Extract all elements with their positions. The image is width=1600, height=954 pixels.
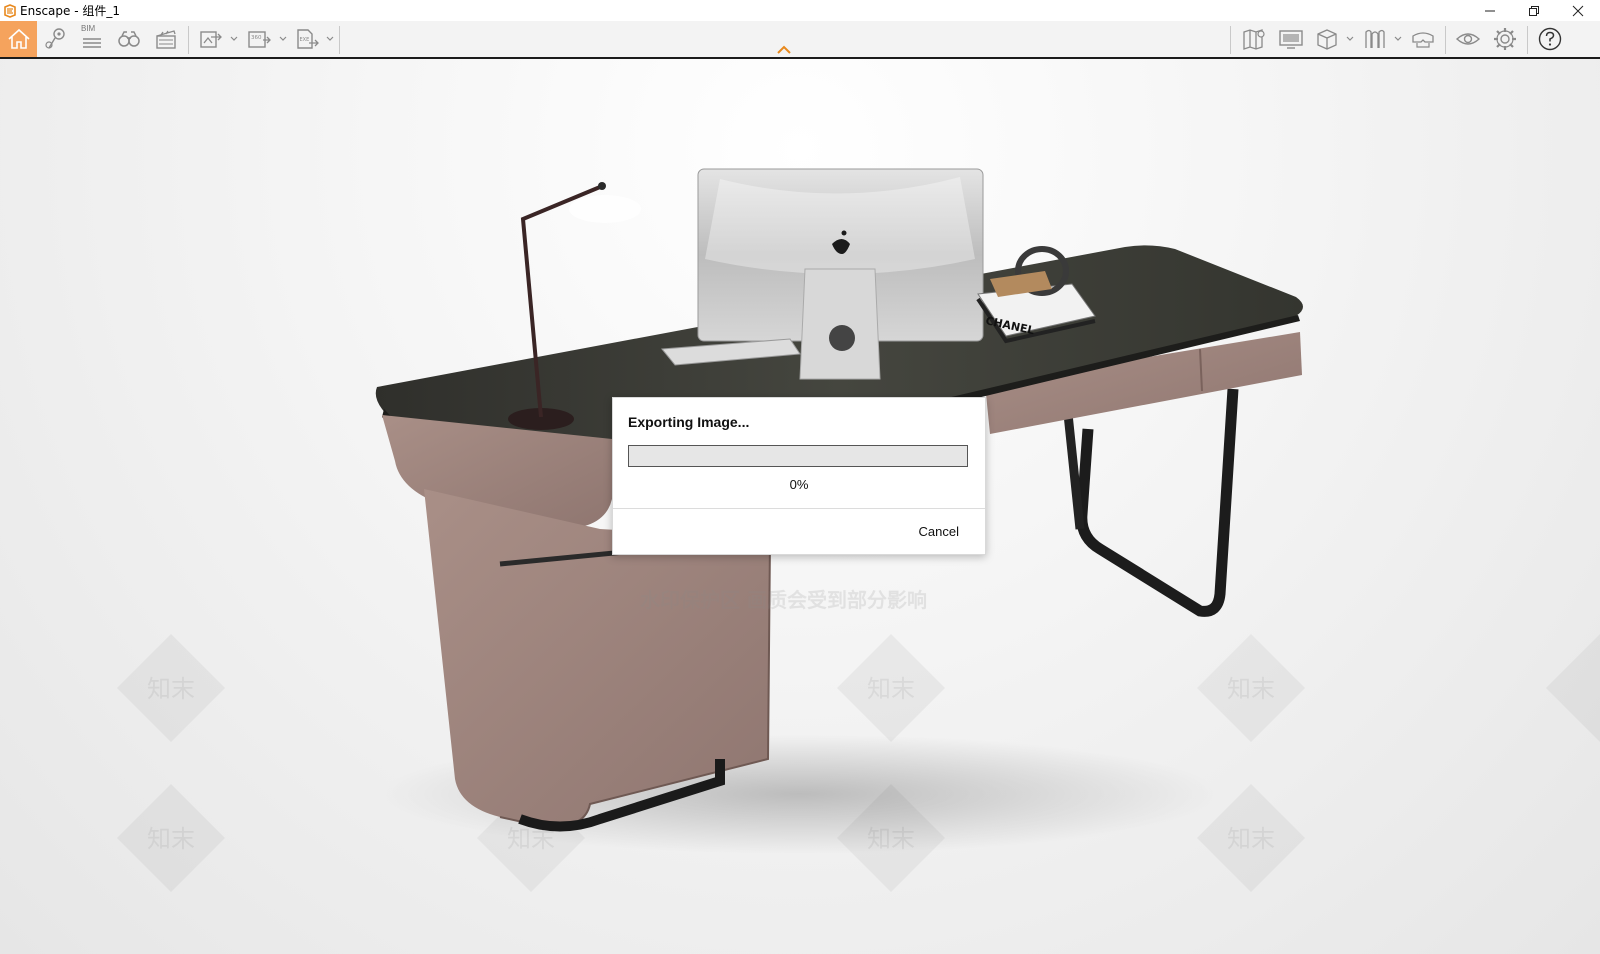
toolbar-separator [1527, 26, 1528, 54]
visual-settings-button[interactable] [1453, 21, 1483, 57]
close-icon [1572, 5, 1584, 16]
export-progress-dialog: Exporting Image... 0% Cancel [612, 397, 986, 555]
title-bar: Enscape - 组件_1 [0, 0, 1600, 21]
video-editor-button[interactable] [151, 21, 181, 57]
export-exe-button[interactable]: EXE [292, 21, 322, 57]
map-button[interactable] [1238, 21, 1270, 57]
minimize-icon [1485, 10, 1495, 11]
close-button[interactable] [1556, 0, 1600, 21]
chevron-down-icon[interactable] [230, 35, 238, 43]
minimize-button[interactable] [1468, 0, 1512, 21]
vr-headset-icon [1412, 32, 1434, 48]
help-button[interactable] [1535, 21, 1565, 57]
chevron-down-icon[interactable] [1394, 35, 1402, 43]
binoculars-button[interactable] [114, 21, 144, 57]
svg-text:知末: 知末 [867, 675, 915, 703]
view-cube-button[interactable] [1312, 21, 1342, 57]
chevron-down-icon[interactable] [1346, 35, 1354, 43]
dialog-divider [613, 508, 985, 509]
settings-button[interactable] [1490, 21, 1520, 57]
cancel-button[interactable]: Cancel [919, 524, 959, 539]
monitor-icon [1279, 30, 1303, 49]
map-icon [1243, 29, 1265, 50]
export-exe-icon: EXE [297, 29, 319, 49]
export-360-button[interactable]: 360 [243, 21, 275, 57]
svg-text:知末: 知末 [147, 825, 195, 853]
cube-icon [1317, 29, 1337, 50]
svg-text:知末: 知末 [1227, 825, 1275, 853]
progress-percentage: 0% [789, 477, 809, 492]
map-pin-icon [45, 28, 65, 49]
export-image-button[interactable] [196, 21, 226, 57]
bim-button[interactable] [77, 21, 107, 57]
home-button[interactable] [0, 21, 37, 57]
svg-text:知末: 知末 [1227, 675, 1275, 703]
restore-button[interactable] [1512, 0, 1556, 21]
dialog-title: Exporting Image... [628, 414, 750, 430]
settings-gear-icon [1494, 28, 1516, 50]
window-title: Enscape - 组件_1 [20, 4, 120, 18]
svg-text:360: 360 [251, 35, 262, 41]
main-toolbar: BIM 360 EXE [0, 21, 1600, 59]
toolbar-separator [1445, 26, 1446, 54]
help-icon [1538, 27, 1562, 51]
clapperboard-icon [156, 30, 176, 49]
render-viewport[interactable]: 知末 知末 知末 知末 知末 知末 知末 知末 [0, 59, 1600, 954]
monitor-button[interactable] [1275, 21, 1307, 57]
asset-library-button[interactable] [1360, 21, 1390, 57]
svg-text:知末: 知末 [147, 675, 195, 703]
svg-text:EXE: EXE [300, 37, 310, 43]
eye-icon [1455, 33, 1481, 45]
progress-bar [628, 445, 968, 467]
export-360-icon: 360 [248, 31, 271, 48]
chevron-down-icon[interactable] [279, 35, 287, 43]
export-image-icon [200, 31, 222, 48]
toolbar-separator [188, 26, 189, 54]
home-icon [7, 28, 30, 49]
toolbar-separator [339, 26, 340, 54]
binoculars-icon [118, 31, 140, 47]
map-pin-button[interactable] [42, 21, 70, 57]
collapse-toolbar-chevron-icon[interactable] [776, 43, 792, 55]
enscape-logo-icon [4, 3, 16, 18]
restore-icon [1529, 5, 1539, 16]
svg-text:水印保护区 画质会受到部分影响: 水印保护区 画质会受到部分影响 [640, 588, 927, 612]
toolbar-separator [1230, 26, 1231, 54]
vr-headset-button[interactable] [1408, 21, 1438, 57]
chevron-down-icon[interactable] [326, 35, 334, 43]
asset-library-icon [1365, 29, 1385, 48]
bim-icon [83, 38, 101, 48]
